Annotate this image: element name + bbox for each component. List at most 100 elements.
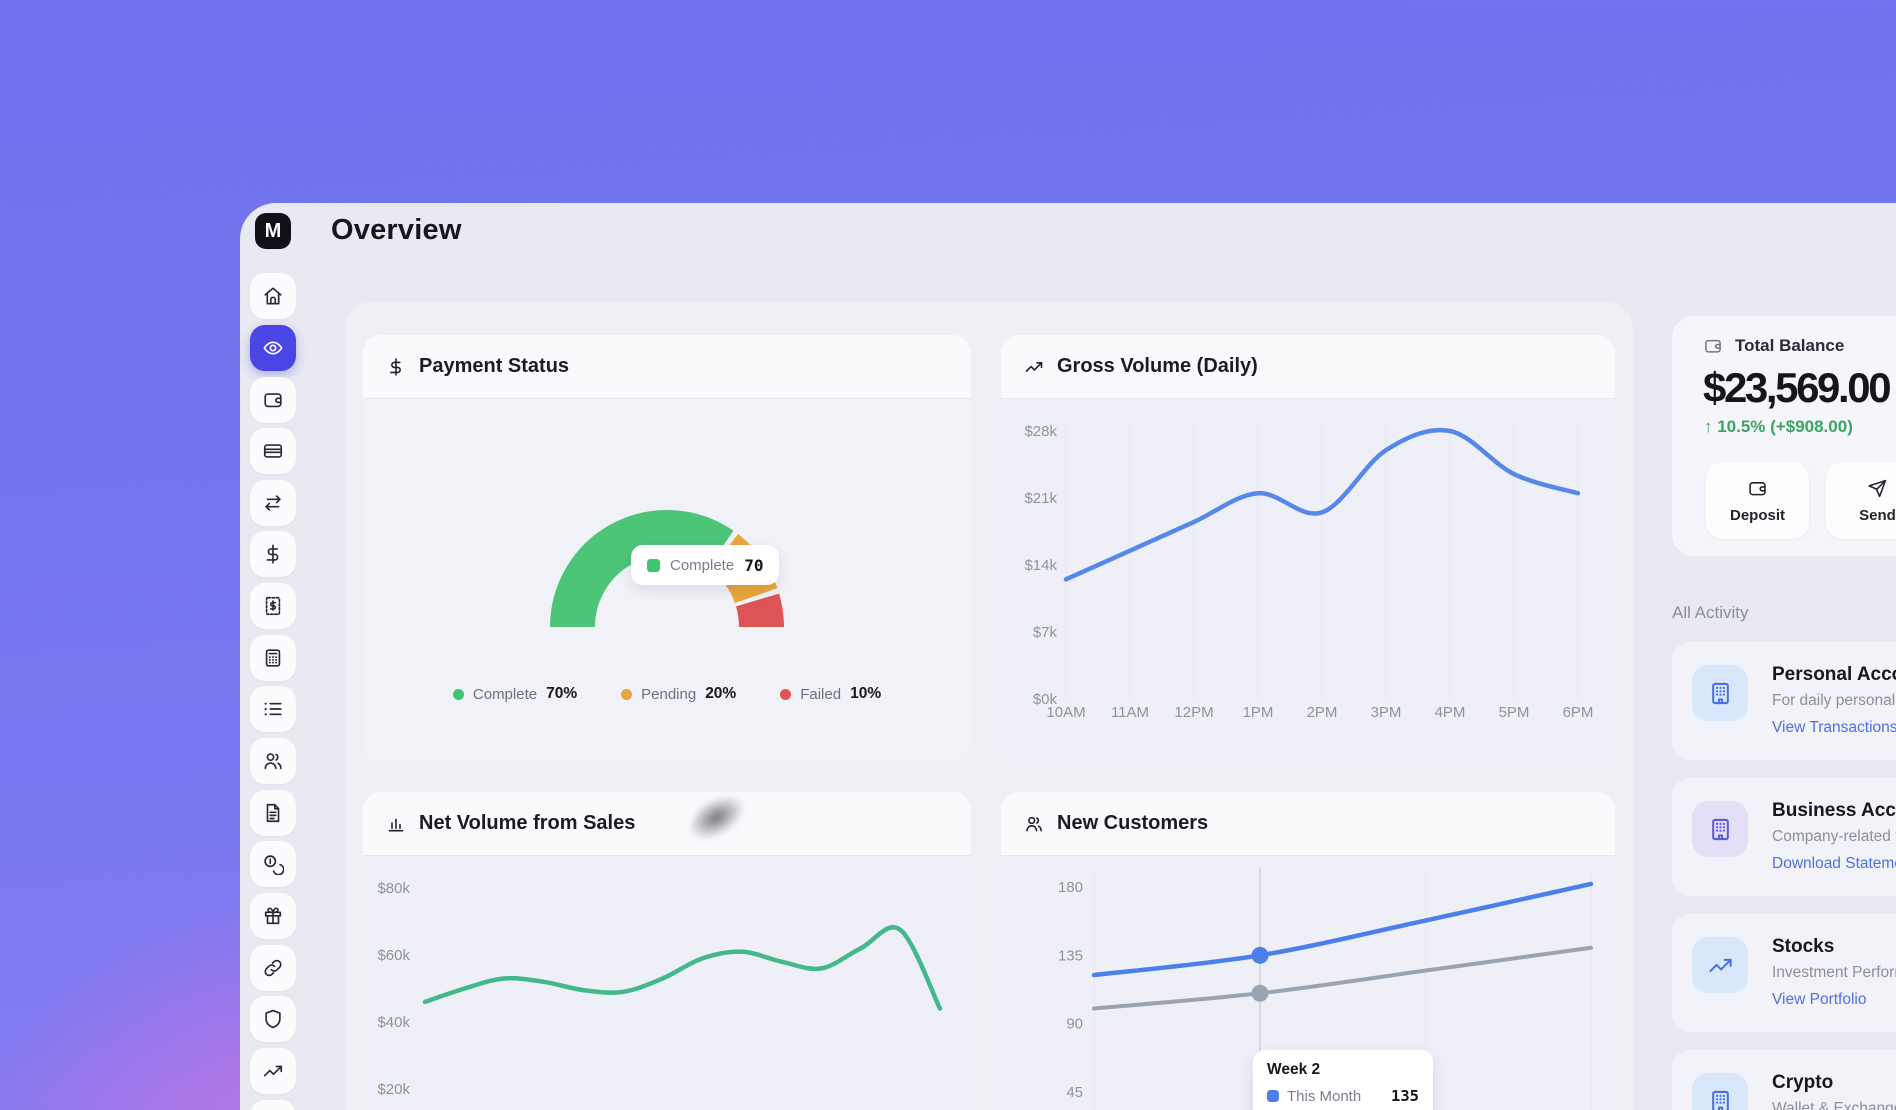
- sidebar-item-analytics[interactable]: [250, 1048, 296, 1094]
- week-tooltip: Week 2 This Month 135 Last Month 110: [1253, 1050, 1433, 1110]
- gift-icon: [262, 905, 284, 927]
- deposit-button[interactable]: Deposit: [1706, 462, 1809, 539]
- activity-title: Business Account: [1772, 800, 1896, 822]
- all-activity-heading: All Activity: [1672, 603, 1749, 623]
- sidebar-item-users[interactable]: [250, 738, 296, 784]
- deposit-label: Deposit: [1730, 507, 1785, 524]
- this-month-chip: [1267, 1090, 1279, 1102]
- activity-link[interactable]: View Transactions: [1772, 719, 1896, 737]
- activity-link[interactable]: Download Statement: [1772, 855, 1896, 873]
- send-button[interactable]: Send: [1826, 462, 1896, 539]
- legend-dot-complete: [453, 689, 464, 700]
- sidebar-item-calculator[interactable]: [250, 635, 296, 681]
- eye-icon: [262, 337, 284, 359]
- activity-item-crypto[interactable]: Crypto Wallet & Exchange: [1672, 1050, 1896, 1110]
- activity-link[interactable]: View Portfolio: [1772, 991, 1866, 1009]
- net-volume-card: Net Volume from Sales $80k$60k$40k$20k: [363, 792, 971, 1110]
- send-icon: [1867, 478, 1888, 499]
- sidebar-item-security[interactable]: [250, 996, 296, 1042]
- activity-item-personal-account[interactable]: Personal Account For daily personal expe…: [1672, 642, 1896, 760]
- svg-text:$28k: $28k: [1024, 423, 1057, 440]
- tooltip-label: Complete: [670, 557, 734, 574]
- wallet-icon: [1747, 478, 1768, 499]
- coins-icon: [262, 853, 284, 875]
- tooltip-value: 70: [744, 556, 763, 575]
- svg-text:10AM: 10AM: [1046, 704, 1085, 721]
- icon-tile: [1692, 937, 1748, 993]
- tooltip-row: This Month 135: [1267, 1087, 1419, 1105]
- wallet-icon: [1703, 336, 1723, 356]
- balance-delta: ↑ 10.5% (+$908.00): [1704, 417, 1853, 437]
- cards-container: Payment Status Complete 70 Complete 70%: [345, 302, 1633, 1110]
- sidebar-item-more[interactable]: [250, 1100, 296, 1110]
- receipt-dollar-icon: [262, 595, 284, 617]
- sidebar-item-documents[interactable]: [250, 790, 296, 836]
- users-icon: [262, 750, 284, 772]
- sidebar-item-payments[interactable]: [250, 531, 296, 577]
- gross-volume-header: Gross Volume (Daily): [1001, 335, 1615, 399]
- sidebar-item-invoices[interactable]: [250, 583, 296, 629]
- balance-label: Total Balance: [1735, 336, 1844, 356]
- gross-volume-chart-area: $28k$21k$14k$7k$0k10AM11AM12PM1PM2PM3PM4…: [1001, 399, 1615, 762]
- app-logo[interactable]: M: [255, 213, 291, 249]
- gauge-area: Complete 70 Complete 70% Pending 20%: [363, 399, 971, 762]
- shield-icon: [262, 1008, 284, 1030]
- activity-item-stocks[interactable]: Stocks Investment Performance View Portf…: [1672, 914, 1896, 1032]
- legend-item: Pending 20%: [621, 685, 736, 703]
- gauge-legend: Complete 70% Pending 20% Failed 10%: [363, 685, 971, 703]
- desktop: { "app": { "logo": "M", "title": "Overvi…: [0, 0, 1896, 1110]
- legend-item: Complete 70%: [453, 685, 577, 703]
- payment-status-header: Payment Status: [363, 335, 971, 399]
- credit-card-icon: [262, 440, 284, 462]
- tooltip-row-label: This Month: [1287, 1088, 1361, 1105]
- svg-text:3PM: 3PM: [1371, 704, 1402, 721]
- users-icon: [1024, 814, 1044, 834]
- file-text-icon: [262, 802, 284, 824]
- svg-text:2PM: 2PM: [1307, 704, 1338, 721]
- activity-subtitle: Wallet & Exchange: [1772, 1100, 1896, 1110]
- svg-text:6PM: 6PM: [1563, 704, 1594, 721]
- transfer-arrows-icon: [262, 492, 284, 514]
- sidebar-item-home[interactable]: [250, 273, 296, 319]
- icon-tile: [1692, 801, 1748, 857]
- svg-text:$60k: $60k: [377, 947, 410, 964]
- gross-volume-card: Gross Volume (Daily) $28k$21k$14k$7k$0k1…: [1001, 335, 1615, 762]
- dashboard-panel: M Overview Payment Status: [240, 203, 1896, 1110]
- card-title: Payment Status: [419, 355, 569, 378]
- sidebar-item-links[interactable]: [250, 945, 296, 991]
- activity-item-business-account[interactable]: Business Account Company-related finance…: [1672, 778, 1896, 896]
- net-volume-chart-area: $80k$60k$40k$20k: [363, 856, 971, 1110]
- sidebar-item-transfers[interactable]: [250, 480, 296, 526]
- svg-text:$40k: $40k: [377, 1014, 410, 1031]
- tooltip-row-value: 135: [1391, 1087, 1419, 1105]
- sidebar-item-list[interactable]: [250, 686, 296, 732]
- sidebar-item-overview[interactable]: [250, 325, 296, 371]
- card-title: Net Volume from Sales: [419, 812, 635, 835]
- sidebar-item-rewards[interactable]: [250, 893, 296, 939]
- icon-tile: [1692, 1073, 1748, 1110]
- new-customers-chart-area: 1801359045 Week 2 This Month 135 Last Mo…: [1001, 856, 1615, 1110]
- balance-amount: $23,569.00: [1703, 364, 1889, 412]
- wallet-icon: [262, 389, 284, 411]
- send-label: Send: [1859, 507, 1896, 524]
- sidebar-item-coins[interactable]: [250, 841, 296, 887]
- legend-chip: [647, 559, 660, 572]
- new-customers-card: New Customers 1801359045 Week 2 This Mon…: [1001, 792, 1615, 1110]
- net-volume-chart: $80k$60k$40k$20k: [363, 856, 971, 1110]
- building-icon: [1707, 1088, 1734, 1110]
- page-title: Overview: [331, 214, 462, 247]
- dollar-icon: [386, 357, 406, 377]
- svg-text:11AM: 11AM: [1111, 704, 1149, 721]
- payment-status-card: Payment Status Complete 70 Complete 70%: [363, 335, 971, 762]
- legend-dot-pending: [621, 689, 632, 700]
- legend-item: Failed 10%: [780, 685, 881, 703]
- sidebar-item-cards[interactable]: [250, 428, 296, 474]
- new-customers-header: New Customers: [1001, 792, 1615, 856]
- legend-label: Pending: [641, 686, 696, 703]
- svg-text:$20k: $20k: [377, 1081, 410, 1098]
- activity-title: Crypto: [1772, 1072, 1833, 1094]
- legend-dot-failed: [780, 689, 791, 700]
- sidebar-item-wallet[interactable]: [250, 377, 296, 423]
- net-volume-header: Net Volume from Sales: [363, 792, 971, 856]
- activity-title: Personal Account: [1772, 664, 1896, 686]
